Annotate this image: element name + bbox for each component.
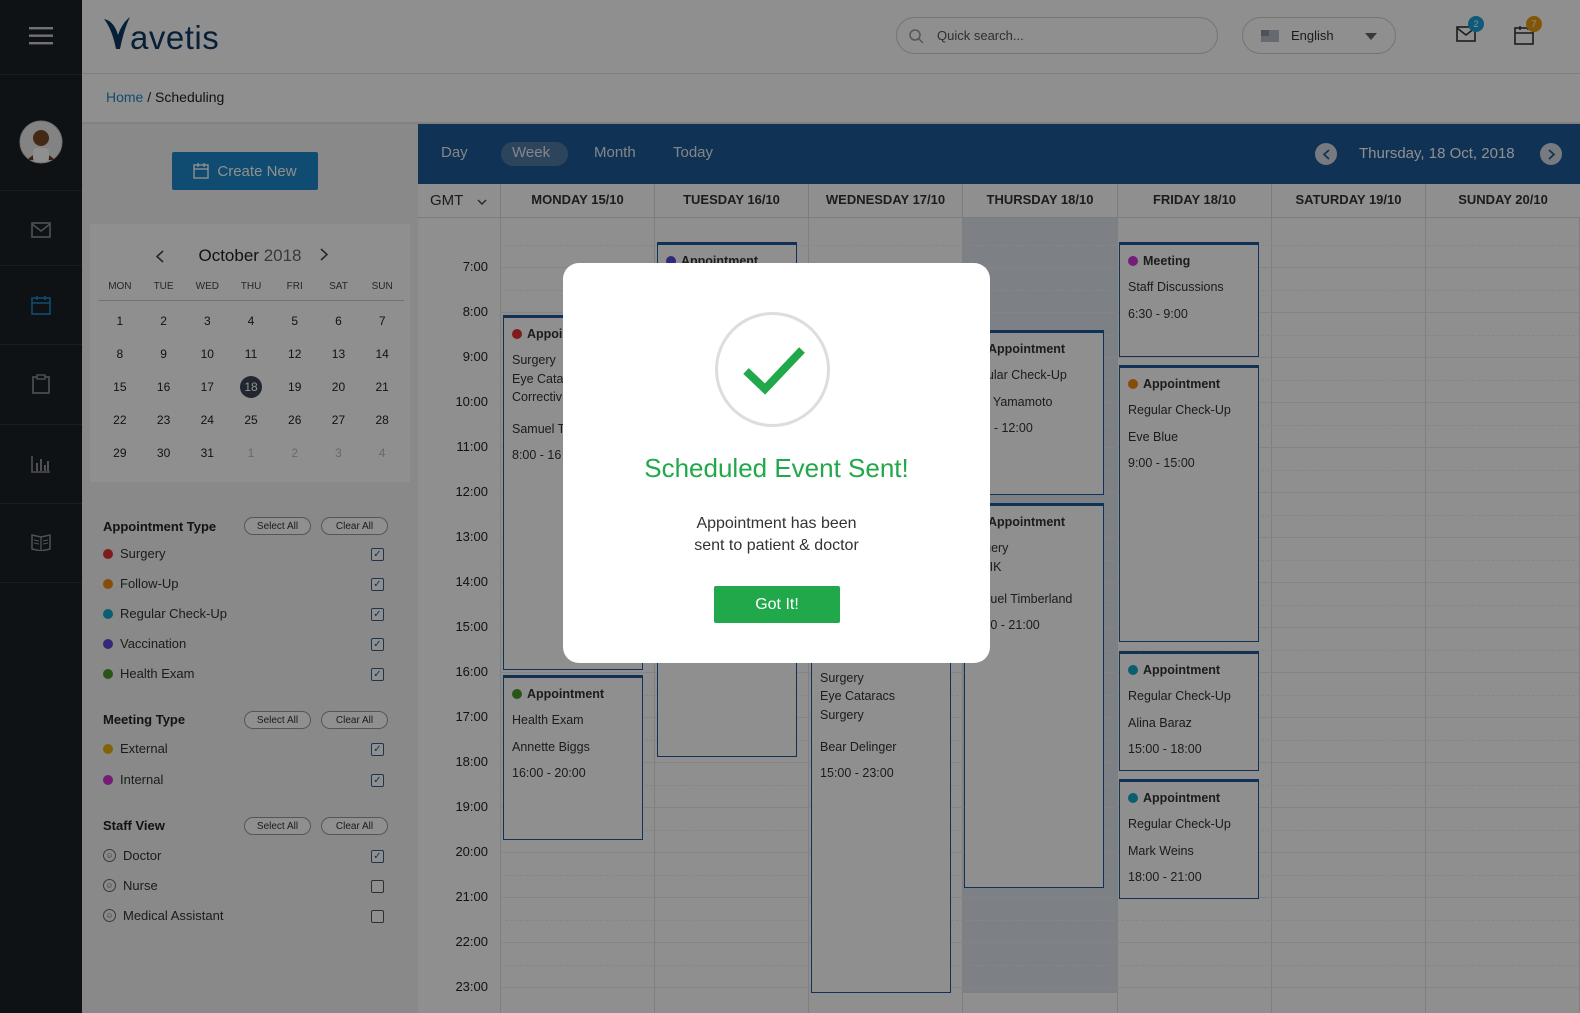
got-it-button[interactable]: Got It! bbox=[714, 586, 840, 623]
check-circle bbox=[715, 312, 830, 427]
modal-message-line2: sent to patient & doctor bbox=[694, 536, 859, 554]
modal-message: Appointment has been sent to patient & do… bbox=[663, 513, 890, 556]
modal-title: Scheduled Event Sent! bbox=[644, 453, 909, 483]
checkmark-icon bbox=[743, 347, 805, 395]
modal-message-line1: Appointment has been bbox=[696, 515, 857, 532]
success-modal: Scheduled Event Sent! Appointment has be… bbox=[563, 263, 990, 663]
